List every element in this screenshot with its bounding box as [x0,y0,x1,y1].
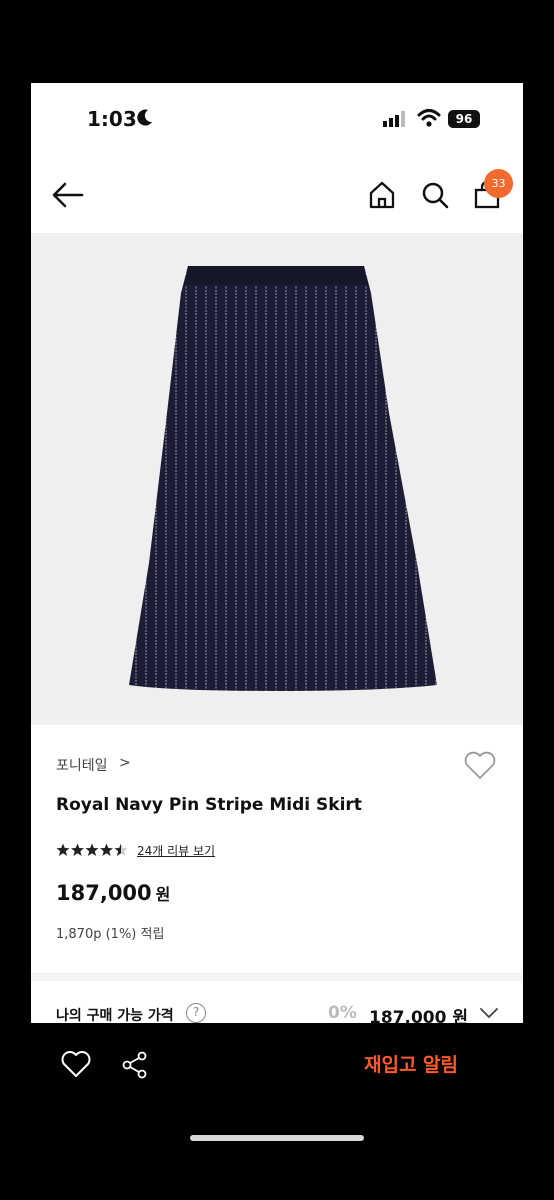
chevron-down-icon[interactable] [479,1005,499,1021]
review-link[interactable]: 24개 리뷰 보기 [137,842,215,859]
product-image[interactable] [31,233,523,725]
star-rating [56,843,128,856]
status-bar: 1:03 96 [31,83,523,158]
price-value: 187,000 [56,881,152,905]
signal-icon [383,111,405,127]
app-screen: 1:03 96 33 포니테일 > Royal Navy Pin Stripe … [31,83,523,1023]
skirt-image [129,266,437,691]
purchase-price-amount: 187,000 [369,1008,447,1023]
share-icon[interactable] [120,1050,150,1080]
nav-bar: 33 [31,168,523,228]
back-arrow-icon[interactable] [51,180,85,210]
bottom-action-bar: 재입고 알림 [0,1030,554,1100]
moon-icon [137,109,152,126]
reward-points: 1,870p (1%) 적립 [56,927,165,942]
brand-link[interactable]: 포니테일 [56,755,108,775]
battery-indicator: 96 [448,110,480,128]
status-time: 1:03 [87,107,137,131]
price-currency: 원 [155,885,171,904]
brand-chevron[interactable]: > [119,755,131,771]
phone-frame: 1:03 96 33 포니테일 > Royal Navy Pin Stripe … [0,0,554,1200]
discount-percent: 0% [328,1003,357,1023]
heart-icon[interactable] [463,751,497,781]
product-price: 187,000 원 [56,881,170,905]
search-icon[interactable] [420,180,450,210]
my-purchase-price-row[interactable]: 나의 구매 가능 가격 ? 0% 187,000 원 [31,995,523,1023]
purchase-price-currency: 원 [452,1008,468,1023]
home-icon[interactable] [367,180,397,210]
help-icon[interactable]: ? [186,1003,206,1023]
wifi-icon [417,109,441,127]
restock-alert-button[interactable]: 재입고 알림 [364,1050,458,1077]
product-title: Royal Navy Pin Stripe Midi Skirt [56,795,362,815]
purchase-price-label: 나의 구매 가능 가격 [56,1008,174,1023]
home-indicator[interactable] [190,1135,364,1141]
heart-icon[interactable] [61,1050,91,1080]
cart-count-badge[interactable]: 33 [484,169,513,198]
section-divider [31,973,523,981]
purchase-price-value: 187,000 원 [369,1003,468,1023]
